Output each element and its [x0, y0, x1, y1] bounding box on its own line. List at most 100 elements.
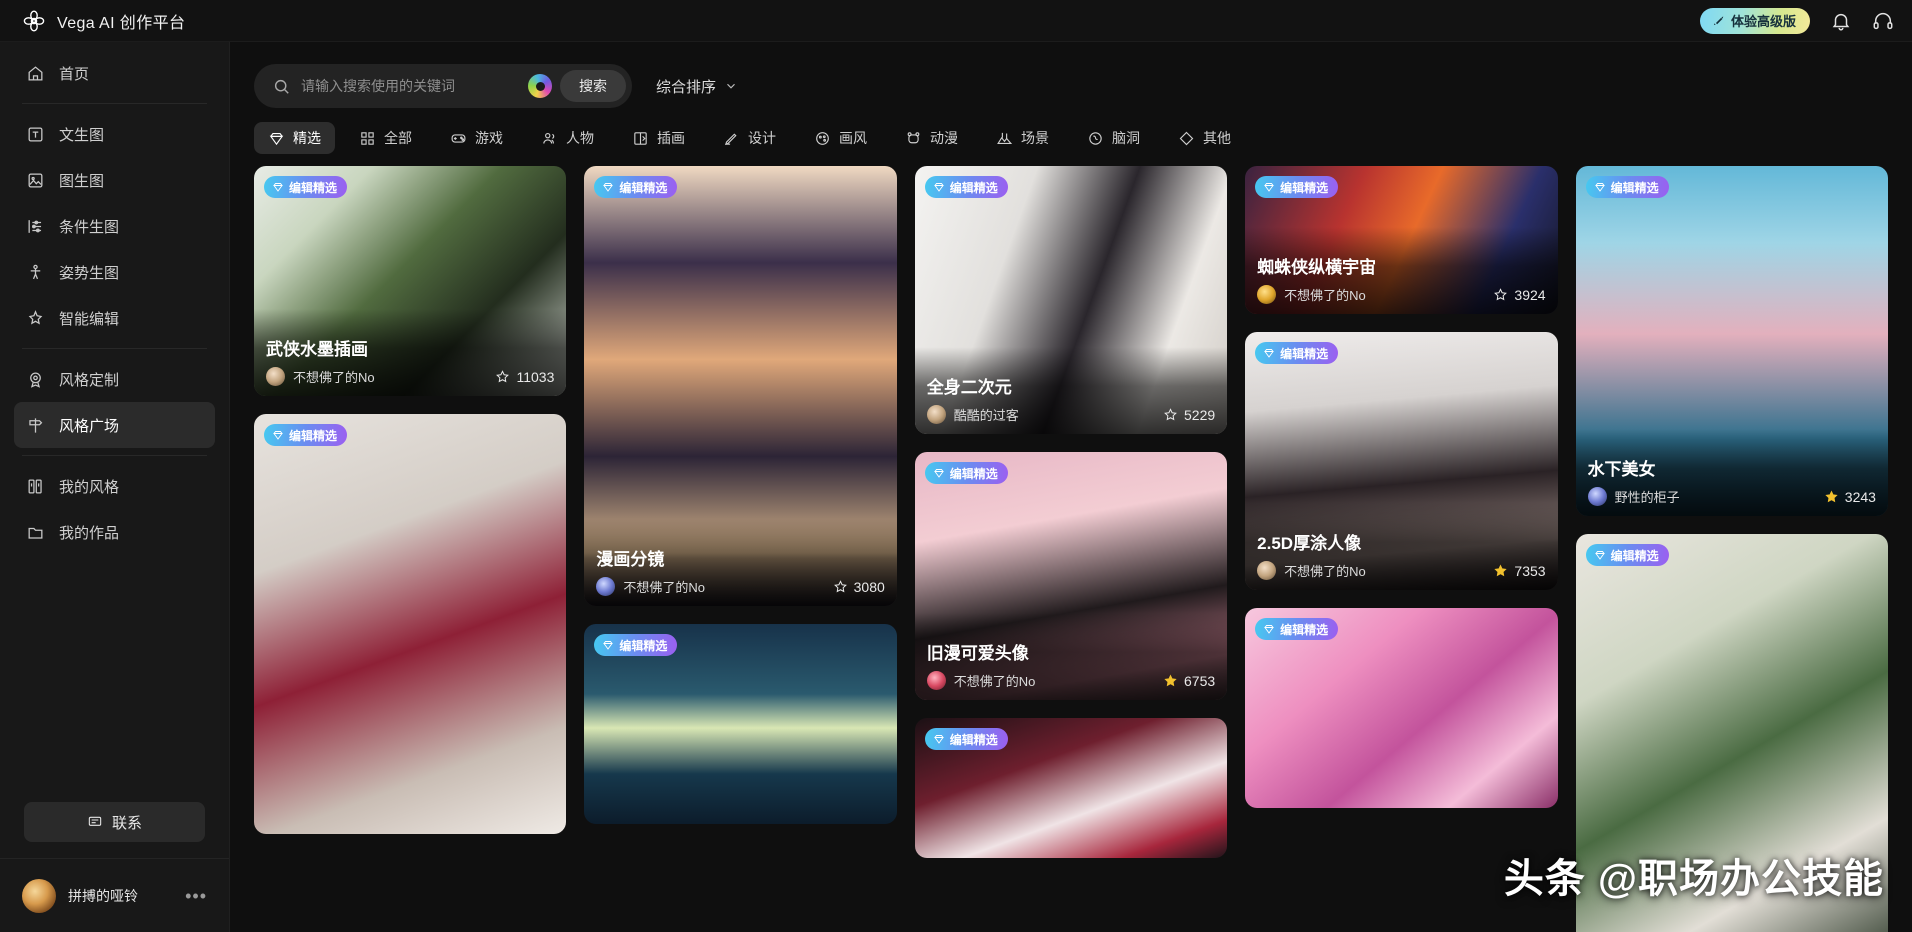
tab-featured[interactable]: 精选: [254, 122, 335, 154]
style-card[interactable]: 编辑精选 漫画分镜 不想佛了的No 3080: [584, 166, 897, 606]
card-title: 武侠水墨插画: [266, 340, 368, 359]
author-avatar: [596, 577, 616, 596]
search-input[interactable]: [291, 78, 528, 94]
like-count[interactable]: 3243: [1824, 489, 1876, 505]
star-outline-icon: [1164, 408, 1177, 421]
style-card[interactable]: 编辑精选: [254, 414, 567, 834]
sidebar-item-label: 首页: [59, 65, 90, 83]
category-tabs: 精选 全部 游戏 人物 插画 设计 画风 动漫 场景 脑洞 其他: [230, 108, 1912, 166]
editor-pick-badge: 编辑精选: [924, 176, 1008, 198]
diamond-icon: [933, 469, 944, 478]
tab-label: 其他: [1203, 130, 1231, 146]
search-button[interactable]: 搜索: [560, 70, 626, 102]
author-avatar: [1257, 561, 1277, 580]
diamond-icon: [1264, 349, 1275, 358]
style-card[interactable]: 编辑精选 武侠水墨插画 不想佛了的No 11033: [254, 166, 567, 396]
headset-icon[interactable]: [1872, 10, 1894, 32]
sidebar-user[interactable]: 拼搏的哑铃 •••: [0, 858, 229, 932]
sidebar-item-condition-image[interactable]: 条件生图: [14, 203, 215, 249]
style-card[interactable]: 编辑精选 旧漫可爱头像 不想佛了的No 6753: [914, 452, 1228, 700]
like-count-value: 6753: [1184, 672, 1216, 689]
style-card[interactable]: 编辑精选 全身二次元 酷酷的过客 5229: [914, 166, 1228, 434]
app-body: 首页 文生图 图生图 条件生图 姿势生图 智能编辑 风格定制 风格广场 我的风格…: [0, 42, 1912, 932]
editor-pick-badge: 编辑精选: [264, 176, 348, 198]
sidebar-item-text-to-image[interactable]: 文生图: [14, 111, 215, 157]
tab-scene[interactable]: 场景: [982, 122, 1063, 154]
like-count-value: 3080: [853, 578, 885, 595]
sidebar-item-my-styles[interactable]: 我的风格: [14, 463, 215, 509]
badge-label: 编辑精选: [949, 732, 998, 747]
style-card[interactable]: 编辑精选: [584, 624, 897, 824]
like-count[interactable]: 11033: [495, 369, 554, 385]
card-overlay: 水下美女 野性的柜子 3243: [1575, 429, 1888, 516]
author-avatar: [1587, 487, 1607, 506]
card-title: 蜘蛛侠纵横宇宙: [1257, 258, 1377, 277]
card-thumbnail: [1575, 534, 1888, 932]
badge-label: 编辑精选: [1280, 180, 1329, 195]
tab-other[interactable]: 其他: [1164, 122, 1245, 154]
star-filled-icon: [1494, 564, 1508, 577]
tab-label: 插画: [657, 130, 685, 146]
like-count[interactable]: 7353: [1493, 562, 1546, 579]
style-card[interactable]: 编辑精选: [1575, 534, 1888, 932]
diamond-icon: [1594, 183, 1605, 192]
badge-label: 编辑精选: [949, 180, 998, 195]
brand[interactable]: Vega AI 创作平台: [22, 9, 185, 33]
tab-all[interactable]: 全部: [345, 122, 426, 154]
badge-label: 编辑精选: [1610, 180, 1659, 195]
sidebar-item-label: 我的作品: [59, 524, 120, 542]
sidebar-item-my-works[interactable]: 我的作品: [14, 509, 215, 555]
style-card[interactable]: 编辑精选 2.5D厚涂人像 不想佛了的No 7353: [1245, 332, 1558, 590]
tab-art-style[interactable]: 画风: [800, 122, 881, 154]
like-count[interactable]: 3924: [1493, 287, 1546, 303]
author-avatar: [926, 671, 946, 690]
sidebar-item-style-plaza[interactable]: 风格广场: [14, 402, 215, 448]
style-card[interactable]: 编辑精选水下美女 野性的柜子 3243: [1575, 166, 1888, 516]
like-count-value: 3243: [1844, 488, 1876, 505]
tab-illustration[interactable]: 插画: [618, 122, 699, 154]
sidebar-item-smart-edit[interactable]: 智能编辑: [14, 295, 215, 341]
search-icon: [274, 79, 289, 94]
diamond-icon: [933, 183, 944, 192]
sidebar-item-image-to-image[interactable]: 图生图: [14, 157, 215, 203]
card-meta: 不想佛了的No 3924: [1257, 285, 1546, 304]
people-icon: [543, 132, 555, 144]
diamond-icon: [1264, 625, 1275, 634]
sidebar-nav-mine: 我的风格 我的作品: [0, 463, 229, 555]
bell-icon[interactable]: [1830, 10, 1852, 32]
tab-game[interactable]: 游戏: [436, 122, 517, 154]
sidebar-item-pose-image[interactable]: 姿势生图: [14, 249, 215, 295]
tab-label: 设计: [748, 130, 776, 146]
style-card[interactable]: 编辑精选: [1245, 608, 1558, 808]
style-card[interactable]: 编辑精选蜘蛛侠纵横宇宙不想佛了的No 3924: [1245, 166, 1558, 314]
palette-icon: [816, 131, 829, 145]
editor-pick-badge: 编辑精选: [1255, 176, 1339, 198]
search-bar[interactable]: 搜索: [254, 64, 632, 108]
tab-anime[interactable]: 动漫: [891, 122, 972, 154]
like-count[interactable]: 5229: [1163, 407, 1215, 423]
style-card[interactable]: 编辑精选: [914, 718, 1228, 858]
like-count[interactable]: 3080: [833, 579, 885, 595]
sidebar-item-label: 风格定制: [59, 371, 120, 389]
badge-label: 编辑精选: [949, 466, 998, 481]
sidebar-item-home[interactable]: 首页: [14, 50, 215, 96]
card-meta: 不想佛了的No 3080: [596, 577, 885, 596]
tab-design[interactable]: 设计: [709, 122, 790, 154]
tab-brainstorm[interactable]: 脑洞: [1073, 122, 1154, 154]
sort-dropdown[interactable]: 综合排序: [656, 76, 738, 97]
like-count[interactable]: 6753: [1163, 673, 1215, 689]
card-overlay: 蜘蛛侠纵横宇宙不想佛了的No 3924: [1245, 227, 1558, 314]
diamond-icon: [269, 132, 284, 145]
top-bar-actions: 体验高级版: [1699, 7, 1894, 34]
like-count-value: 7353: [1514, 562, 1546, 579]
premium-upgrade-button[interactable]: 体验高级版: [1699, 7, 1810, 34]
ellipsis-icon[interactable]: •••: [185, 887, 207, 905]
contact-button[interactable]: 联系: [24, 802, 205, 842]
camera-search-icon[interactable]: [528, 74, 552, 98]
tab-people[interactable]: 人物: [527, 122, 608, 154]
card-title: 全身二次元: [926, 378, 1012, 397]
illustration-icon: [634, 131, 647, 145]
author-name: 不想佛了的No: [1284, 288, 1366, 303]
sidebar-item-style-custom[interactable]: 风格定制: [14, 356, 215, 402]
